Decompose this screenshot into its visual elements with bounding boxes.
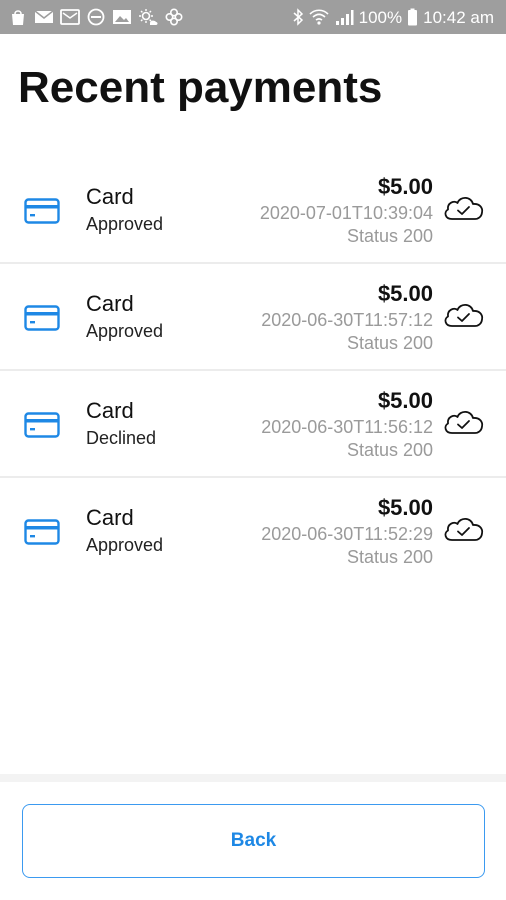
credit-card-icon [24,198,60,224]
payment-method: Card [86,291,134,316]
page-title: Recent payments [18,63,383,112]
weather-icon [138,8,158,26]
payment-row[interactable]: Card Approved $5.00 2020-06-30T11:52:29 … [0,478,506,585]
shopping-bag-icon [8,8,28,26]
image-icon [112,8,132,26]
payment-timestamp: 2020-06-30T11:52:29 [261,524,433,544]
payment-http-status: Status 200 [346,440,433,460]
payment-http-status: Status 200 [346,547,433,567]
cloud-check-icon [442,193,484,223]
payment-timestamp: 2020-06-30T11:57:12 [261,310,433,330]
payment-timestamp: 2020-06-30T11:56:12 [261,417,433,437]
do-not-disturb-icon [86,8,106,26]
screen: 100% 10:42 am Recent payments Card Appro… [0,0,506,900]
cloud-check-icon [442,514,484,544]
payment-row[interactable]: Card Approved $5.00 2020-06-30T11:57:12 … [0,264,506,371]
payment-amount: $5.00 [377,388,433,413]
payment-timestamp: 2020-07-01T10:39:04 [259,203,433,223]
payment-http-status: Status 200 [346,226,433,246]
payment-amount: $5.00 [377,281,433,306]
bluetooth-icon [292,8,304,26]
payment-status: Approved [86,321,164,341]
payment-method: Card [86,184,134,209]
payment-row[interactable]: Card Declined $5.00 2020-06-30T11:56:12 … [0,371,506,478]
back-button[interactable]: Back [22,804,485,878]
payment-list: Card Approved $5.00 2020-07-01T10:39:04 … [0,157,506,585]
footer: Back [0,774,506,900]
cloud-check-icon [442,407,484,437]
payment-method: Card [86,398,134,423]
credit-card-icon [24,305,60,331]
status-bar: 100% 10:42 am [0,0,506,34]
system-status: 100% 10:42 am [292,8,494,26]
payment-amount: $5.00 [377,174,433,199]
credit-card-icon [24,519,60,545]
payment-row[interactable]: Card Approved $5.00 2020-07-01T10:39:04 … [0,157,506,264]
credit-card-icon [24,412,60,438]
notification-icons [8,8,184,26]
payment-amount: $5.00 [377,495,433,520]
wifi-icon [309,8,329,26]
pinwheel-icon [164,8,184,26]
battery-percent: 100% [358,7,403,27]
payment-method: Card [86,505,134,530]
cloud-check-icon [442,300,484,330]
signal-icon [334,8,354,26]
battery-icon [407,8,418,26]
payment-status: Approved [86,214,164,234]
clock: 10:42 am [423,7,494,27]
inbox-icon [60,8,80,26]
payment-status: Approved [86,535,164,555]
payment-http-status: Status 200 [346,333,433,353]
mail-icon [34,8,54,26]
payment-status: Declined [86,428,157,448]
